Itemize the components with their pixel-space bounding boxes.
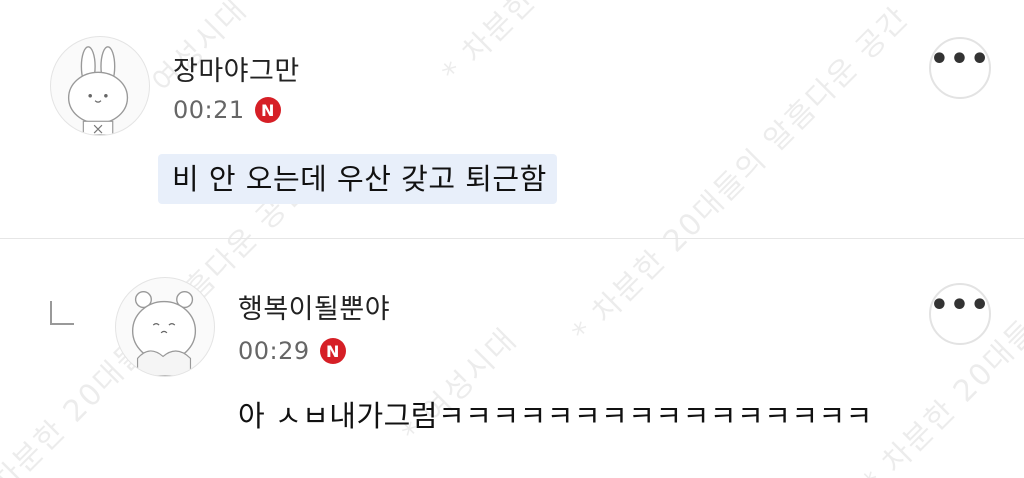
more-icon: •••: [929, 288, 991, 323]
author-name[interactable]: 장마야그만: [173, 49, 300, 88]
more-icon: •••: [929, 42, 991, 77]
new-badge-icon: N: [319, 338, 346, 364]
comment-content: 아 ㅅㅂ내가그럼ㅋㅋㅋㅋㅋㅋㅋㅋㅋㅋㅋㅋㅋㅋㅋㅋ: [238, 399, 873, 433]
more-options-button[interactable]: •••: [929, 283, 991, 345]
author-name[interactable]: 행복이될뿐야: [238, 287, 390, 326]
bear-avatar-icon: [131, 291, 197, 376]
avatar[interactable]: [50, 36, 150, 136]
new-badge-icon: N: [254, 97, 281, 123]
more-options-button[interactable]: •••: [929, 37, 991, 99]
comment-content: 비 안 오는데 우산 갖고 퇴근함: [158, 154, 557, 204]
comment-item: 장마야그만 00:21 N 비 안 오는데 우산 갖고 퇴근함 •••: [0, 0, 1024, 238]
rabbit-avatar-icon: [67, 46, 129, 135]
comment-time: 00:21: [173, 96, 245, 124]
comment-item-reply: 행복이될뿐야 00:29 N 아 ㅅㅂ내가그럼ㅋㅋㅋㅋㅋㅋㅋㅋㅋㅋㅋㅋㅋㅋㅋㅋ …: [0, 239, 1024, 478]
avatar[interactable]: [115, 277, 215, 377]
comment-time: 00:29: [238, 337, 310, 365]
comment-meta: 00:29 N: [238, 337, 346, 365]
reply-indicator-icon: [50, 301, 74, 325]
comment-meta: 00:21 N: [173, 96, 281, 124]
